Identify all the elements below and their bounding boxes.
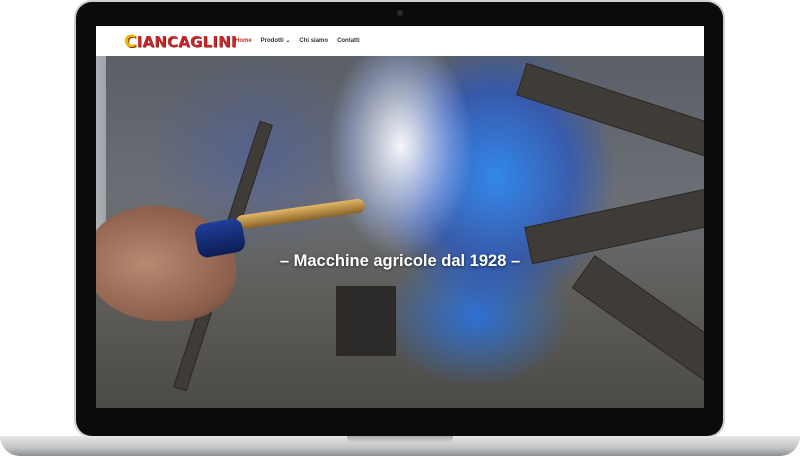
main-nav: Home Prodotti ⌄ Chi siamo Contatti — [235, 38, 360, 44]
steel-beam — [516, 62, 704, 164]
logo-first-letter: C — [124, 32, 137, 52]
camera-icon — [397, 10, 403, 16]
nav-item-prodotti[interactable]: Prodotti ⌄ — [261, 38, 291, 44]
website-screen: CIANCAGLINI Home Prodotti ⌄ Chi siamo Co… — [96, 26, 704, 408]
site-header: CIANCAGLINI Home Prodotti ⌄ Chi siamo Co… — [96, 26, 704, 57]
hero-banner: – Macchine agricole dal 1928 – — [96, 56, 704, 408]
nav-item-contatti[interactable]: Contatti — [337, 38, 360, 44]
hero-tagline: – Macchine agricole dal 1928 – — [279, 252, 521, 270]
worker-sleeve — [96, 56, 106, 236]
laptop-notch — [347, 436, 453, 443]
nav-item-home[interactable]: Home — [235, 38, 252, 44]
steel-beam — [571, 255, 704, 397]
site-logo[interactable]: CIANCAGLINI — [124, 34, 237, 51]
nav-item-chi-siamo[interactable]: Chi siamo — [299, 38, 328, 44]
steel-beam — [336, 286, 396, 356]
logo-text: IANCAGLINI — [136, 33, 237, 51]
welding-torch — [235, 197, 366, 230]
